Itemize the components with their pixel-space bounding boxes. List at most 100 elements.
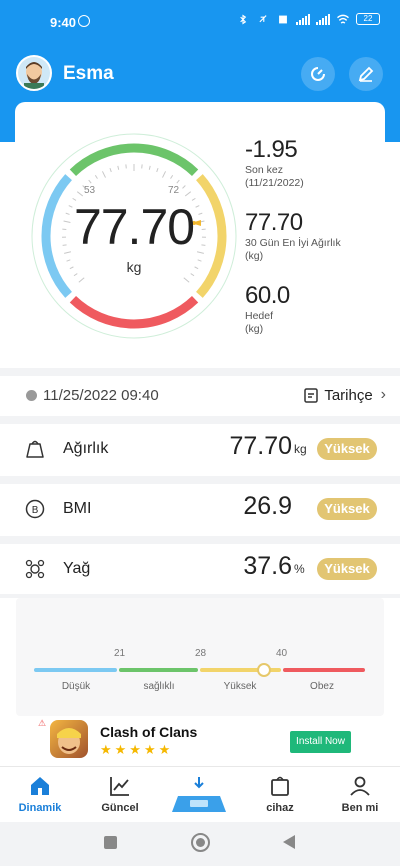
avatar[interactable] xyxy=(16,55,52,91)
avatar-icon xyxy=(18,57,50,89)
metric-name: Ağırlık xyxy=(63,440,109,457)
tab-label: Güncel xyxy=(101,802,139,814)
history-button[interactable]: Tarihçe › xyxy=(304,386,386,404)
row-separator xyxy=(0,476,400,484)
best-weight-stat: 77.70 30 Gün En İyi Ağırlık (kg) xyxy=(245,209,341,263)
weight-bag-icon xyxy=(26,440,44,458)
last-change-stat: -1.95 Son kez (11/21/2022) xyxy=(245,136,304,190)
gauge-tick xyxy=(148,165,151,170)
bmi-icon: B xyxy=(25,499,45,519)
measure-scale-button[interactable] xyxy=(170,774,228,818)
metric-unit: kg xyxy=(294,442,307,456)
gauge-tick xyxy=(183,277,190,283)
best-weight-label: 30 Gün En İyi Ağırlık xyxy=(245,237,341,249)
metric-row-bmi[interactable]: B BMI 26.9 Yüksek xyxy=(0,484,400,534)
best-weight-value: 77.70 xyxy=(245,209,303,236)
history-doc-icon xyxy=(304,388,319,403)
section-divider xyxy=(0,368,400,376)
tab-dinamik[interactable]: Dinamik xyxy=(10,774,70,814)
status-icons: 22 xyxy=(236,13,380,25)
system-nav-bar xyxy=(0,822,400,866)
pencil-icon xyxy=(358,66,374,82)
gauge-tick xyxy=(162,171,167,178)
scale-threshold: 40 xyxy=(276,648,288,659)
gauge-tick xyxy=(170,175,174,179)
goal-weight-stat: 60.0 Hedef (kg) xyxy=(245,282,290,336)
gauge-tick-high: 72 xyxy=(168,185,180,196)
gauge-arc-obese xyxy=(69,296,199,329)
sync-button[interactable] xyxy=(301,57,335,91)
metric-value: 77.70 xyxy=(229,432,292,460)
gauge-tick-low: 53 xyxy=(84,185,96,196)
trend-chart-icon xyxy=(110,777,129,796)
goal-weight-unit: (kg) xyxy=(245,323,264,335)
home-icon xyxy=(31,777,49,795)
whatsapp-icon xyxy=(78,15,90,27)
scale-bar-low xyxy=(34,668,117,672)
best-weight-unit: (kg) xyxy=(245,250,264,262)
metric-row-weight[interactable]: Ağırlık 77.70 kg Yüksek xyxy=(0,424,400,474)
status-badge: Yüksek xyxy=(317,558,377,580)
scale-position-marker xyxy=(257,663,271,677)
gauge-tick xyxy=(101,171,106,178)
scale-threshold: 21 xyxy=(114,648,126,659)
gauge-tick xyxy=(78,277,85,283)
scale-bar-healthy xyxy=(119,668,198,672)
app-header: Esma xyxy=(0,52,400,96)
row-separator xyxy=(0,416,400,424)
gauge-tick xyxy=(109,167,112,173)
bluetooth-icon xyxy=(240,14,247,24)
metric-row-fat[interactable]: Yağ 37.6 % Yüksek xyxy=(0,544,400,594)
status-badge: Yüksek xyxy=(317,498,377,520)
goal-weight-value: 60.0 xyxy=(245,282,290,309)
edit-button[interactable] xyxy=(349,57,383,91)
status-badge: Yüksek xyxy=(317,438,377,460)
scale-label: sağlıklı xyxy=(143,681,175,692)
tab-label: Ben mi xyxy=(341,802,379,814)
tab-guncel[interactable]: Güncel xyxy=(90,774,150,814)
gauge-tick xyxy=(184,191,192,197)
device-bag-icon xyxy=(271,776,289,796)
last-change-label: Son kez xyxy=(245,164,283,176)
app-icon xyxy=(50,720,88,758)
ad-warning-icon: ⚠ xyxy=(38,718,47,728)
mute-icon xyxy=(259,14,267,22)
scale-label: Düşük xyxy=(61,681,91,692)
metric-value: 37.6 xyxy=(243,552,292,580)
chevron-right-icon: › xyxy=(380,386,386,403)
status-bar: 9:40 22 xyxy=(0,0,400,42)
home-nav-icon[interactable] xyxy=(191,833,210,852)
username: Esma xyxy=(63,63,114,84)
gauge-tick xyxy=(182,185,186,189)
measurement-date-row: 11/25/2022 09:40 Tarihçe › xyxy=(26,386,386,406)
clock-icon xyxy=(26,390,37,401)
ad-banner[interactable]: ⚠ Clash of Clans ★★★★★ Install Now xyxy=(0,716,400,766)
tab-cihaz[interactable]: cihaz xyxy=(250,774,310,814)
signal-icon-2 xyxy=(316,13,330,25)
tab-label: Dinamik xyxy=(18,802,62,814)
goal-weight-label: Hedef xyxy=(245,310,274,322)
history-label: Tarihçe xyxy=(324,386,373,404)
last-change-value: -1.95 xyxy=(245,136,298,163)
battery-icon: 22 xyxy=(356,13,380,25)
ad-app-name: Clash of Clans xyxy=(100,724,198,740)
tab-ben-mi[interactable]: Ben mi xyxy=(330,774,390,814)
scale-bar-obese xyxy=(283,668,365,672)
back-nav-icon[interactable] xyxy=(283,835,295,849)
measurement-datetime: 11/25/2022 09:40 xyxy=(43,387,159,404)
metric-value: 26.9 xyxy=(243,492,292,520)
current-weight-unit: kg xyxy=(126,259,142,275)
gauge-tick xyxy=(117,165,120,170)
install-button[interactable]: Install Now xyxy=(290,731,351,753)
signal-icon xyxy=(296,13,310,25)
profile-icon xyxy=(350,776,370,796)
ad-rating-stars: ★★★★★ xyxy=(100,742,174,757)
gauge-refresh-icon xyxy=(311,67,325,81)
metric-name: Yağ xyxy=(63,560,91,577)
gauge-tick xyxy=(88,179,92,184)
recent-apps-icon[interactable] xyxy=(104,836,117,849)
sim-icon xyxy=(279,15,287,23)
row-separator xyxy=(0,536,400,544)
last-change-date: (11/21/2022) xyxy=(245,177,304,189)
gauge-tick xyxy=(76,191,84,197)
